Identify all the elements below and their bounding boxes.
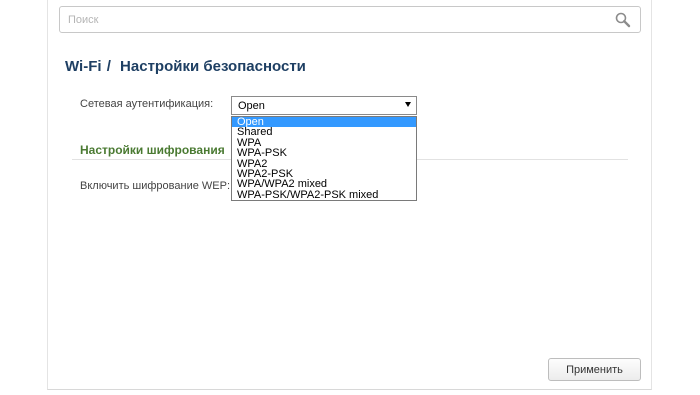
search-icon[interactable] <box>614 11 632 29</box>
network-auth-selected-value: Open <box>238 100 265 112</box>
chevron-down-icon <box>405 102 411 107</box>
auth-option-wpa-psk[interactable]: WPA-PSK <box>232 147 416 158</box>
auth-option-wpa-psk-wpa2-psk-mixed[interactable]: WPA-PSK/WPA2-PSK mixed <box>232 189 416 200</box>
network-auth-label: Сетевая аутентификация: <box>80 98 214 110</box>
breadcrumb-separator: / <box>106 58 111 75</box>
apply-button[interactable]: Применить <box>548 358 641 381</box>
network-auth-dropdown: Open Shared WPA WPA-PSK WPA2 WPA2-PSK WP… <box>231 116 417 202</box>
search-input[interactable] <box>68 7 608 32</box>
encryption-section-title: Настройки шифрования <box>80 143 225 157</box>
network-auth-select[interactable]: Open <box>231 96 417 115</box>
breadcrumb-wifi[interactable]: Wi-Fi <box>65 58 102 75</box>
page-title: Wi-Fi / Настройки безопасности <box>65 58 306 75</box>
wep-enable-label: Включить шифрование WEP: <box>80 180 230 192</box>
page-title-text: Настройки безопасности <box>120 58 306 75</box>
search-bar <box>59 6 641 33</box>
